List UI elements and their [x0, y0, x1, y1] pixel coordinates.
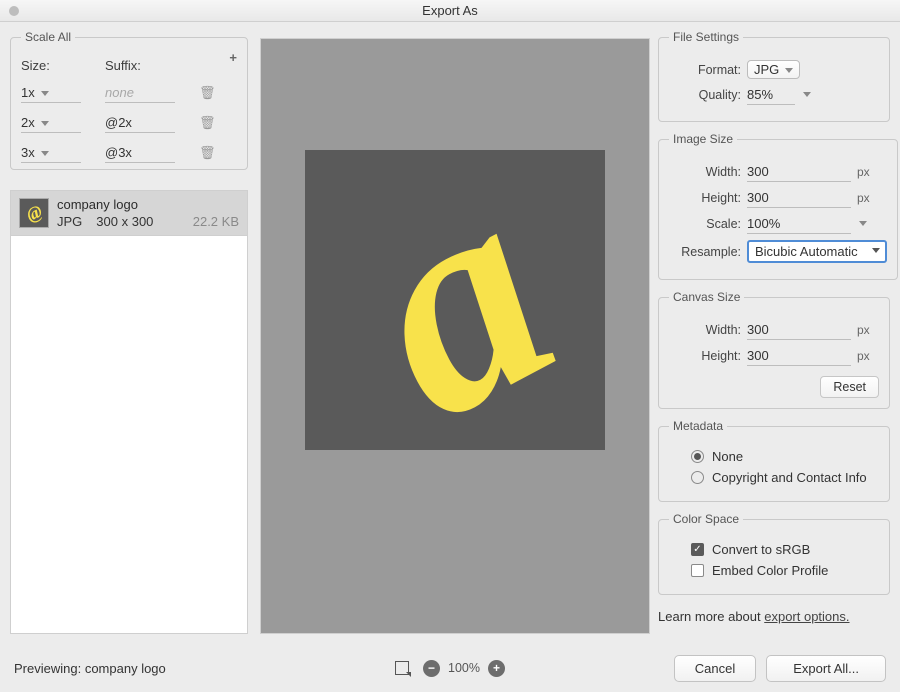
metadata-copyright-label: Copyright and Contact Info [712, 470, 867, 485]
canvas-width-input[interactable] [747, 320, 851, 340]
scale-row: 2x 🗑 [21, 113, 237, 133]
previewing-label: Previewing: company logo [14, 661, 166, 676]
scale-all-group: Scale All + Size: Suffix: 1x 🗑 2x 🗑 3x 🗑 [10, 30, 248, 170]
metadata-group: Metadata None Copyright and Contact Info [658, 419, 890, 502]
fit-screen-icon[interactable] [395, 661, 409, 675]
footer-bar: Previewing: company logo − 100% + Cancel… [0, 644, 900, 692]
asset-dimensions: 300 x 300 [96, 214, 153, 229]
suffix-input-3x[interactable] [105, 143, 175, 163]
size-select-1x[interactable]: 1x [21, 83, 81, 103]
reset-button[interactable]: Reset [820, 376, 879, 398]
export-options-link[interactable]: export options. [764, 609, 849, 624]
asset-row[interactable]: @ company logo JPG 300 x 300 22.2 KB [11, 191, 247, 236]
canvas-size-group: Canvas Size Width: px Height: px Reset [658, 290, 890, 409]
canvas-height-label: Height: [669, 349, 741, 363]
resample-label: Resample: [669, 245, 741, 259]
chevron-down-icon [785, 68, 793, 73]
asset-filesize: 22.2 KB [193, 214, 239, 229]
radio-icon [691, 471, 704, 484]
at-sign-icon: a [318, 150, 591, 450]
scale-row: 1x 🗑 [21, 83, 237, 103]
image-width-input[interactable] [747, 162, 851, 182]
unit-label: px [857, 165, 870, 179]
export-all-button[interactable]: Export All... [766, 655, 886, 682]
add-scale-button[interactable]: + [229, 50, 237, 65]
canvas-height-input[interactable] [747, 346, 851, 366]
asset-format: JPG [57, 214, 82, 229]
chevron-down-icon [41, 151, 49, 156]
format-select[interactable]: JPG [747, 60, 800, 79]
chevron-down-icon [41, 91, 49, 96]
image-scale-input[interactable] [747, 214, 851, 234]
checkbox-icon [691, 543, 704, 556]
file-settings-legend: File Settings [669, 30, 743, 44]
quality-label: Quality: [669, 88, 741, 102]
unit-label: px [857, 349, 870, 363]
window-close-dot[interactable] [9, 6, 19, 16]
title-bar: Export As [0, 0, 900, 22]
convert-srgb-checkbox[interactable]: Convert to sRGB [691, 542, 879, 557]
learn-more-text: Learn more about export options. [658, 609, 890, 624]
cancel-button[interactable]: Cancel [674, 655, 756, 682]
color-space-legend: Color Space [669, 512, 743, 526]
size-column-header: Size: [21, 58, 81, 73]
zoom-out-button[interactable]: − [423, 660, 440, 677]
trash-icon[interactable]: 🗑 [199, 115, 216, 131]
format-label: Format: [669, 63, 741, 77]
convert-srgb-label: Convert to sRGB [712, 542, 810, 557]
width-label: Width: [669, 165, 741, 179]
scale-row: 3x 🗑 [21, 143, 237, 163]
color-space-group: Color Space Convert to sRGB Embed Color … [658, 512, 890, 595]
zoom-controls: − 100% + [395, 660, 505, 677]
canvas-width-label: Width: [669, 323, 741, 337]
unit-label: px [857, 323, 870, 337]
canvas-size-legend: Canvas Size [669, 290, 744, 304]
metadata-copyright-radio[interactable]: Copyright and Contact Info [691, 470, 879, 485]
resample-select[interactable]: Bicubic Automatic [747, 240, 887, 263]
suffix-column-header: Suffix: [105, 58, 141, 73]
file-settings-group: File Settings Format: JPG Quality: 85% [658, 30, 890, 122]
chevron-down-icon[interactable] [859, 221, 867, 226]
embed-profile-checkbox[interactable]: Embed Color Profile [691, 563, 879, 578]
chevron-down-icon [803, 92, 811, 97]
chevron-down-icon [872, 248, 880, 253]
metadata-legend: Metadata [669, 419, 727, 433]
zoom-level: 100% [448, 661, 480, 675]
at-sign-icon: @ [23, 200, 45, 225]
height-label: Height: [669, 191, 741, 205]
previewing-target: company logo [85, 661, 166, 676]
trash-icon[interactable]: 🗑 [199, 145, 216, 161]
radio-icon [691, 450, 704, 463]
metadata-none-label: None [712, 449, 743, 464]
preview-canvas: a [305, 150, 605, 450]
asset-name: company logo [57, 197, 239, 212]
quality-select[interactable]: 85% [747, 85, 795, 105]
scale-label: Scale: [669, 217, 741, 231]
image-height-input[interactable] [747, 188, 851, 208]
unit-label: px [857, 191, 870, 205]
preview-area: a [260, 38, 650, 634]
suffix-input-2x[interactable] [105, 113, 175, 133]
size-select-2x[interactable]: 2x [21, 113, 81, 133]
image-size-group: Image Size Width: px Height: px Scale: R… [658, 132, 898, 280]
metadata-none-radio[interactable]: None [691, 449, 879, 464]
checkbox-icon [691, 564, 704, 577]
suffix-input-1x[interactable] [105, 83, 175, 103]
asset-thumbnail: @ [19, 198, 49, 228]
trash-icon[interactable]: 🗑 [199, 85, 216, 101]
zoom-in-button[interactable]: + [488, 660, 505, 677]
image-size-legend: Image Size [669, 132, 737, 146]
window-title: Export As [422, 3, 478, 18]
size-select-3x[interactable]: 3x [21, 143, 81, 163]
asset-list: @ company logo JPG 300 x 300 22.2 KB [10, 190, 248, 634]
chevron-down-icon [41, 121, 49, 126]
scale-all-legend: Scale All [21, 30, 75, 44]
embed-profile-label: Embed Color Profile [712, 563, 828, 578]
